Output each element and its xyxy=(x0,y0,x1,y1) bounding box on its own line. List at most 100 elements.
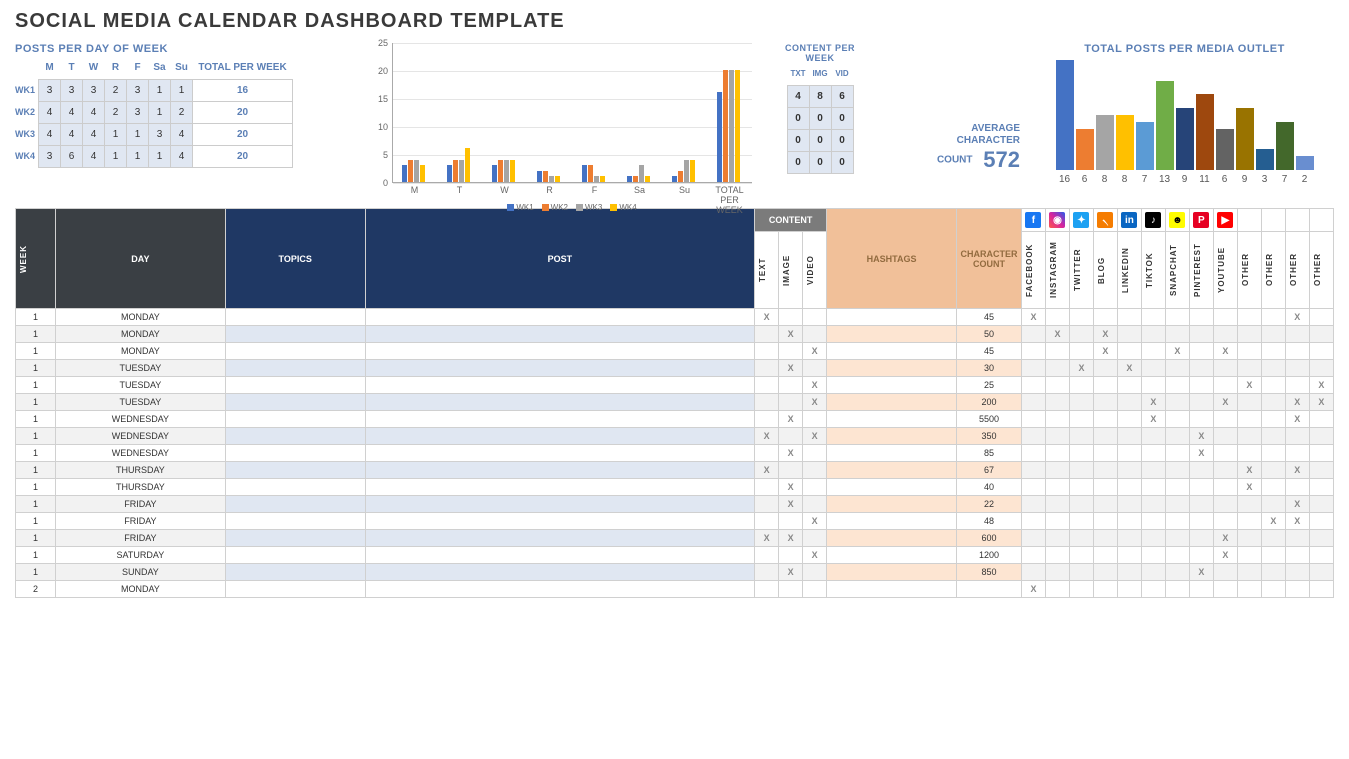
table-cell[interactable]: 1 xyxy=(16,479,56,496)
table-cell[interactable] xyxy=(1117,394,1141,411)
table-cell[interactable] xyxy=(1045,411,1069,428)
table-cell[interactable] xyxy=(1141,564,1165,581)
table-cell[interactable] xyxy=(1093,360,1117,377)
table-cell[interactable]: X xyxy=(1285,394,1309,411)
table-cell[interactable] xyxy=(1261,581,1285,598)
table-cell[interactable] xyxy=(779,343,803,360)
table-cell[interactable] xyxy=(225,445,365,462)
table-cell[interactable] xyxy=(1237,411,1261,428)
table-cell[interactable]: X xyxy=(779,530,803,547)
table-cell[interactable] xyxy=(827,377,957,394)
table-cell[interactable]: X xyxy=(1237,377,1261,394)
table-cell[interactable] xyxy=(1045,377,1069,394)
table-cell[interactable] xyxy=(779,547,803,564)
table-cell[interactable] xyxy=(1189,513,1213,530)
table-cell[interactable] xyxy=(365,479,755,496)
table-cell[interactable] xyxy=(1117,479,1141,496)
table-cell[interactable]: 1 xyxy=(16,530,56,547)
table-cell[interactable] xyxy=(827,564,957,581)
table-cell[interactable]: X xyxy=(1141,394,1165,411)
table-cell[interactable] xyxy=(803,462,827,479)
table-cell[interactable]: X xyxy=(779,411,803,428)
table-cell[interactable] xyxy=(755,445,779,462)
table-cell[interactable] xyxy=(1285,445,1309,462)
table-cell[interactable] xyxy=(1261,547,1285,564)
table-cell[interactable] xyxy=(1141,445,1165,462)
table-cell[interactable] xyxy=(1021,513,1045,530)
table-cell[interactable] xyxy=(225,394,365,411)
table-cell[interactable] xyxy=(779,377,803,394)
table-cell[interactable]: 1200 xyxy=(957,547,1022,564)
table-cell[interactable] xyxy=(1045,547,1069,564)
table-cell[interactable] xyxy=(225,513,365,530)
table-cell[interactable] xyxy=(755,343,779,360)
table-cell[interactable] xyxy=(1309,428,1333,445)
table-cell[interactable]: 45 xyxy=(957,343,1022,360)
table-cell[interactable]: X xyxy=(1093,326,1117,343)
table-cell[interactable] xyxy=(1093,530,1117,547)
table-cell[interactable]: X xyxy=(779,360,803,377)
table-cell[interactable] xyxy=(1141,360,1165,377)
table-cell[interactable]: 1 xyxy=(16,547,56,564)
table-cell[interactable]: 1 xyxy=(16,411,56,428)
table-cell[interactable] xyxy=(1309,547,1333,564)
table-cell[interactable] xyxy=(365,411,755,428)
table-cell[interactable] xyxy=(365,428,755,445)
table-cell[interactable] xyxy=(827,326,957,343)
table-cell[interactable] xyxy=(1261,343,1285,360)
table-cell[interactable] xyxy=(1141,326,1165,343)
table-cell[interactable] xyxy=(1165,479,1189,496)
table-cell[interactable] xyxy=(365,547,755,564)
table-cell[interactable]: 600 xyxy=(957,530,1022,547)
table-cell[interactable] xyxy=(365,309,755,326)
table-cell[interactable] xyxy=(1309,445,1333,462)
table-cell[interactable] xyxy=(1237,360,1261,377)
table-cell[interactable] xyxy=(1165,547,1189,564)
table-cell[interactable] xyxy=(365,326,755,343)
table-cell[interactable] xyxy=(1165,428,1189,445)
table-cell[interactable] xyxy=(1045,309,1069,326)
table-cell[interactable] xyxy=(1309,462,1333,479)
table-cell[interactable] xyxy=(1165,496,1189,513)
table-cell[interactable] xyxy=(1117,445,1141,462)
table-cell[interactable] xyxy=(1237,428,1261,445)
table-cell[interactable] xyxy=(1165,411,1189,428)
table-cell[interactable] xyxy=(365,343,755,360)
table-cell[interactable] xyxy=(1309,479,1333,496)
table-cell[interactable] xyxy=(1213,462,1237,479)
table-cell[interactable] xyxy=(1165,394,1189,411)
table-cell[interactable] xyxy=(225,411,365,428)
table-cell[interactable]: 25 xyxy=(957,377,1022,394)
table-cell[interactable] xyxy=(1093,496,1117,513)
table-cell[interactable] xyxy=(225,479,365,496)
table-cell[interactable] xyxy=(1165,326,1189,343)
table-cell[interactable] xyxy=(1117,428,1141,445)
table-cell[interactable] xyxy=(827,309,957,326)
table-cell[interactable]: TUESDAY xyxy=(55,377,225,394)
table-cell[interactable] xyxy=(779,309,803,326)
table-cell[interactable] xyxy=(1261,445,1285,462)
table-cell[interactable]: X xyxy=(1285,513,1309,530)
table-cell[interactable]: X xyxy=(803,394,827,411)
table-cell[interactable] xyxy=(1141,581,1165,598)
table-cell[interactable] xyxy=(827,547,957,564)
table-cell[interactable] xyxy=(1021,343,1045,360)
table-cell[interactable] xyxy=(1261,564,1285,581)
table-cell[interactable] xyxy=(365,513,755,530)
table-cell[interactable]: X xyxy=(1021,309,1045,326)
table-cell[interactable]: X xyxy=(1189,564,1213,581)
table-cell[interactable] xyxy=(1309,496,1333,513)
table-cell[interactable]: X xyxy=(1141,411,1165,428)
table-cell[interactable] xyxy=(1285,343,1309,360)
table-cell[interactable] xyxy=(827,360,957,377)
table-cell[interactable] xyxy=(779,462,803,479)
table-cell[interactable] xyxy=(1021,377,1045,394)
table-cell[interactable] xyxy=(1045,360,1069,377)
table-cell[interactable] xyxy=(1117,377,1141,394)
table-cell[interactable] xyxy=(1237,530,1261,547)
table-cell[interactable] xyxy=(1237,496,1261,513)
table-cell[interactable] xyxy=(827,462,957,479)
table-cell[interactable] xyxy=(1237,326,1261,343)
table-cell[interactable]: 22 xyxy=(957,496,1022,513)
table-cell[interactable]: 1 xyxy=(16,360,56,377)
